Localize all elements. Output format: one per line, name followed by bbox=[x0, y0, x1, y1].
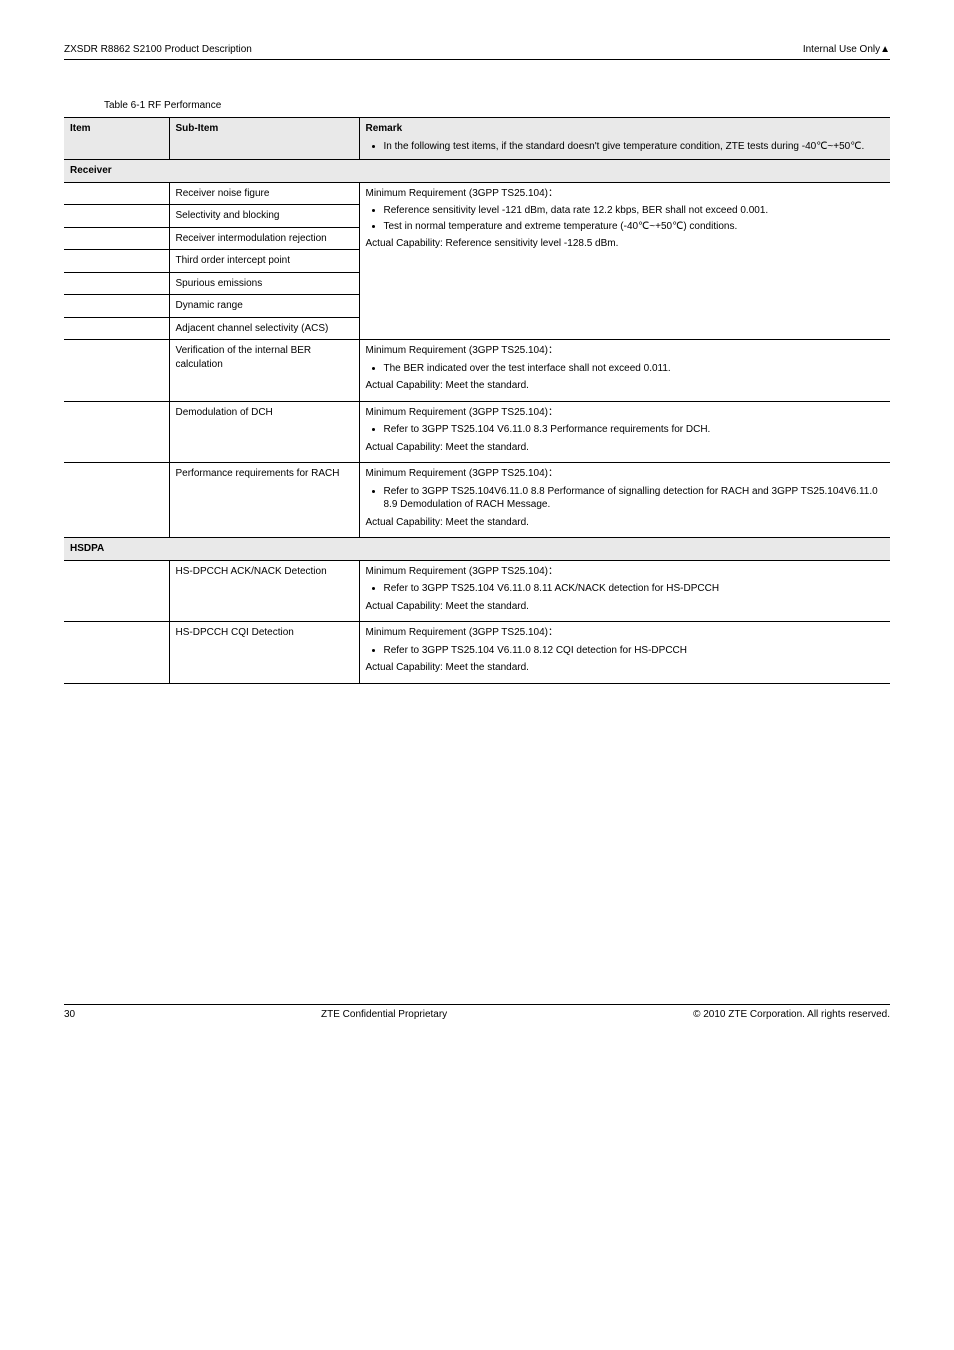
col-subitem: Sub-Item bbox=[169, 118, 359, 160]
header-right: Internal Use Only▲ bbox=[803, 44, 890, 55]
table-row: Receiver noise figure Minimum Requiremen… bbox=[64, 182, 890, 205]
remark-cell: Minimum Requirement (3GPP TS25.104)： Ref… bbox=[359, 401, 890, 463]
remark-cell: Minimum Requirement (3GPP TS25.104)： Ref… bbox=[359, 182, 890, 340]
table-header-row: Item Sub-Item Remark In the following te… bbox=[64, 118, 890, 160]
remark-cell: Minimum Requirement (3GPP TS25.104)： Ref… bbox=[359, 463, 890, 538]
page-number: 30 bbox=[64, 1009, 75, 1020]
col-remark: Remark In the following test items, if t… bbox=[359, 118, 890, 160]
page-header: ZXSDR R8862 S2100 Product Description In… bbox=[64, 44, 890, 60]
section-receiver: Receiver bbox=[64, 160, 890, 183]
table-row: HS-DPCCH ACK/NACK Detection Minimum Requ… bbox=[64, 560, 890, 622]
footer-right: © 2010 ZTE Corporation. All rights reser… bbox=[693, 1009, 890, 1020]
table-caption: Table 6-1 RF Performance bbox=[104, 100, 890, 111]
header-left: ZXSDR R8862 S2100 Product Description bbox=[64, 44, 252, 55]
section-hsdpa: HSDPA bbox=[64, 538, 890, 561]
remark-cell: Minimum Requirement (3GPP TS25.104)： Ref… bbox=[359, 622, 890, 684]
remark-cell: Minimum Requirement (3GPP TS25.104)： The… bbox=[359, 340, 890, 402]
table-row: HS-DPCCH CQI Detection Minimum Requireme… bbox=[64, 622, 890, 684]
footer-center: ZTE Confidential Proprietary bbox=[321, 1009, 447, 1020]
col-item: Item bbox=[64, 118, 169, 160]
header-remark-note: In the following test items, if the stan… bbox=[384, 140, 885, 154]
table-row: Performance requirements for RACH Minimu… bbox=[64, 463, 890, 538]
remark-cell: Minimum Requirement (3GPP TS25.104)： Ref… bbox=[359, 560, 890, 622]
table-row: Verification of the internal BER calcula… bbox=[64, 340, 890, 402]
subitem: Receiver noise figure bbox=[169, 182, 359, 205]
table-row: Demodulation of DCH Minimum Requirement … bbox=[64, 401, 890, 463]
rf-performance-table: Item Sub-Item Remark In the following te… bbox=[64, 117, 890, 684]
page-footer: 30 ZTE Confidential Proprietary © 2010 Z… bbox=[64, 1005, 890, 1020]
